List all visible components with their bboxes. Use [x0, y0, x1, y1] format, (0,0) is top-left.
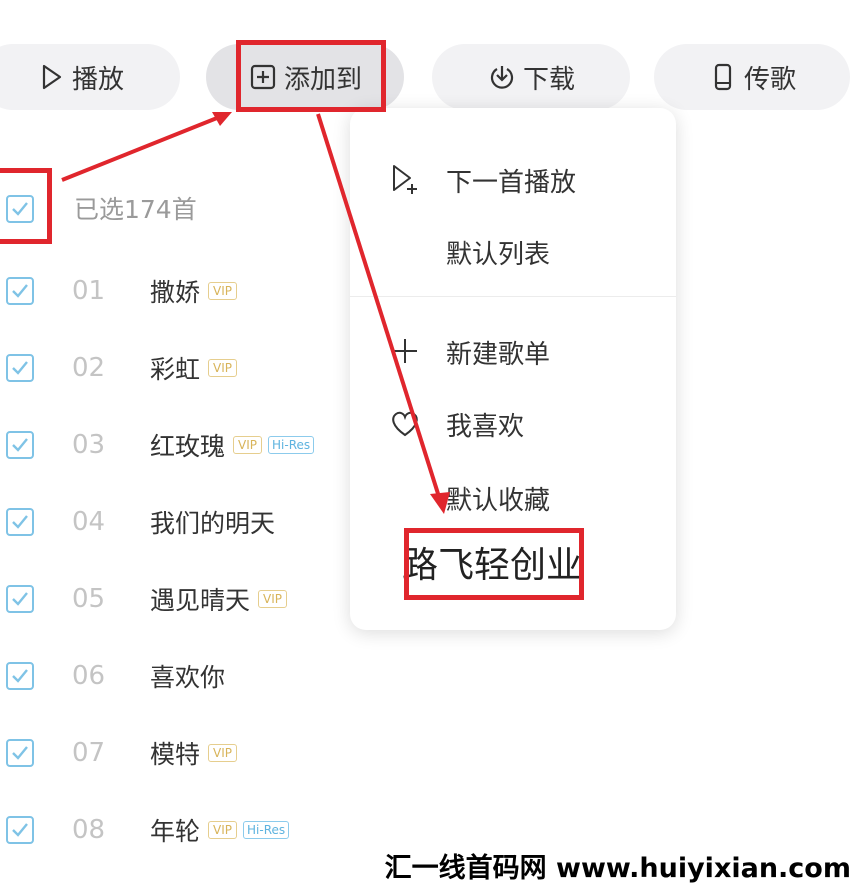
arrow-line-left — [61, 114, 223, 182]
arrowhead-down — [430, 492, 450, 514]
annotation-arrows — [61, 112, 450, 514]
watermark-text: 汇一线首码网 www.huiyixian.com — [384, 853, 851, 884]
arrow-line-down — [316, 113, 442, 501]
